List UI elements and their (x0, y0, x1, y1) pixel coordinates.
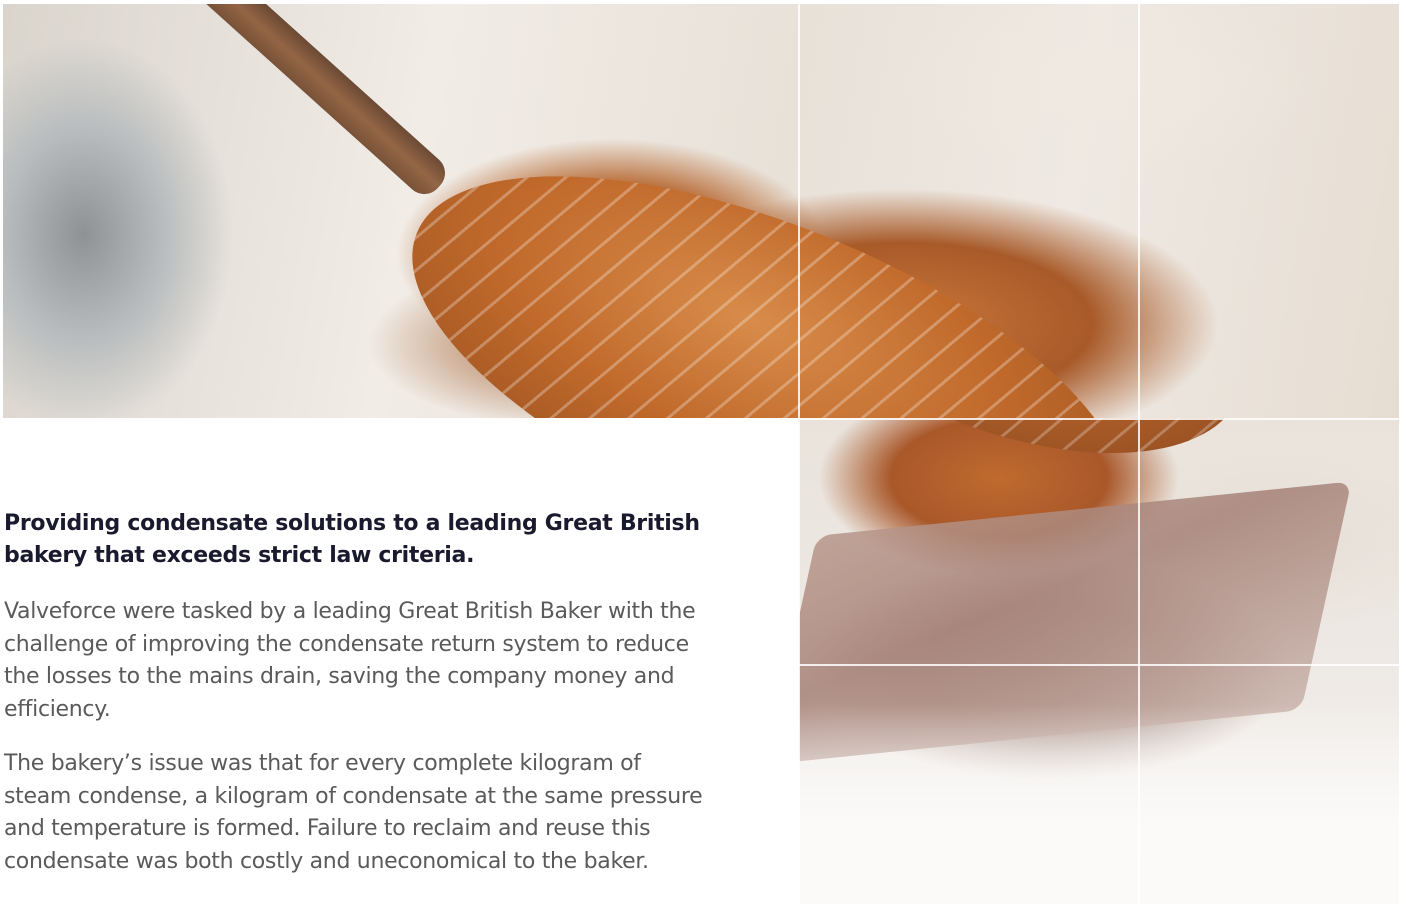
bread-loaf-photo (3, 4, 1399, 418)
photo-grid-line (1138, 4, 1140, 904)
photo-grid-line (799, 664, 1399, 666)
peel-handle (173, 4, 453, 202)
article-headline: Providing condensate solutions to a lead… (4, 511, 700, 568)
photo-grid-line (798, 4, 800, 904)
photo-grid-line (799, 418, 1399, 420)
article-content: Providing condensate solutions to a lead… (4, 508, 704, 900)
article-paragraph: The bakery’s issue was that for every co… (4, 751, 703, 874)
case-study-page: Providing condensate solutions to a lead… (0, 0, 1406, 904)
bread-loaf (360, 94, 1178, 418)
flour-surface (799, 704, 1399, 904)
article-paragraph: Valveforce were tasked by a leading Grea… (4, 599, 696, 722)
bread-loaf-photo-lower (799, 418, 1399, 904)
